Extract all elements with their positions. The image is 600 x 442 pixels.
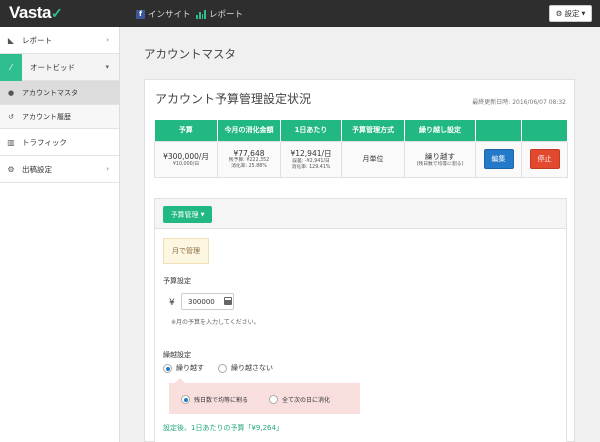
daily-value: ¥12,941/日 (290, 148, 332, 158)
radio-label: 残日数で均等に割る (194, 397, 249, 404)
budget-setting-label: 予算設定 (163, 277, 191, 285)
radio-label: 繰り越す (176, 364, 204, 372)
panel-title: アカウント予算管理設定状況 (155, 92, 312, 106)
budget-settings-panel: 予算管理 ▼ 月で管理 予算設定 ¥ 300000 ※月の予算を入力してください… (154, 198, 567, 442)
dropdown-label: 予算管理 (170, 210, 199, 219)
budget-daily: ¥10,000/日 (172, 161, 200, 167)
radio-unchecked-icon (269, 395, 278, 404)
column-header: 繰り越し設定 (404, 120, 476, 141)
radio-checked-icon (181, 395, 190, 404)
radio-label: 全て次の日に消化 (282, 397, 331, 404)
budget-value: ¥300,000/月 (163, 151, 209, 161)
column-header: 予算管理方式 (341, 120, 405, 141)
budget-status-panel: アカウント予算管理設定状況 最終更新日時: 2016/06/07 08:32 予… (144, 79, 575, 442)
area-chart-icon: ◣ (7, 35, 15, 45)
user-icon: ● (7, 88, 15, 97)
nav-report[interactable]: レポート (196, 8, 243, 20)
mode-badge: 月で管理 (163, 238, 209, 264)
nav-insight[interactable]: f インサイト (136, 8, 191, 20)
caret-down-icon: ▼ (200, 211, 205, 218)
daily-rate: 消化率: 129.41% (291, 164, 331, 170)
sidebar: ◣ レポート › ⁄ オートビッド ▾ ● アカウントマスタ ↺ アカウント履歴… (0, 27, 120, 442)
table-header-row: 予算 今月の消化金額 1日あたり 予算管理方式 繰り越し設定 (154, 120, 568, 141)
nav-insight-label: インサイト (148, 10, 191, 20)
chevron-down-icon: ▾ (105, 63, 109, 71)
last-updated: 最終更新日時: 2016/06/07 08:32 (472, 99, 566, 106)
caret-down-icon: ▼ (581, 10, 586, 17)
sidebar-item-report[interactable]: ◣ レポート › (0, 27, 119, 54)
column-header (521, 120, 568, 141)
split-even-radio[interactable]: 残日数で均等に割る (181, 395, 248, 404)
bar-chart-icon: ▥ (7, 137, 15, 147)
radio-checked-icon (163, 363, 172, 373)
settings-header: 予算管理 ▼ (155, 199, 566, 229)
carry-setting-label: 繰越設定 (163, 351, 191, 359)
gear-icon: ⚙ (555, 9, 563, 18)
edit-button[interactable]: 編集 (483, 149, 514, 169)
spent-cell: ¥77,648 残予算: ¥222,352 消化率: 25.88% (217, 140, 281, 178)
stop-cell: 停止 (521, 140, 568, 178)
top-bar: Vasta✓ f インサイト レポート ⚙ 設定 ▼ (0, 0, 600, 27)
radio-unchecked-icon (218, 363, 227, 373)
table-row: ¥300,000/月 ¥10,000/日 ¥77,648 残予算: ¥222,3… (154, 140, 568, 178)
daily-cell: ¥12,941/日 誤差: -¥2,941/日 消化率: 129.41% (280, 140, 342, 178)
column-header: 予算 (154, 120, 218, 141)
cogs-icon: ⚙ (7, 164, 15, 174)
sidebar-item-label: アカウントマスタ (22, 88, 78, 97)
chevron-right-icon: › (106, 165, 109, 173)
column-header: 1日あたり (280, 120, 342, 141)
history-icon: ↺ (8, 112, 14, 121)
logo-check-icon: ✓ (50, 5, 63, 21)
yen-symbol: ¥ (169, 298, 175, 308)
page-title: アカウントマスタ (144, 47, 236, 61)
wand-icon: ⁄ (0, 53, 22, 81)
column-header: 今月の消化金額 (217, 120, 281, 141)
daily-budget-result: 設定後、1日あたりの予算「¥9,264」 (163, 424, 283, 432)
method-cell: 月単位 (341, 140, 405, 178)
stop-button[interactable]: 停止 (529, 149, 560, 169)
sidebar-item-label: オートビッド (30, 62, 75, 72)
nav-report-label: レポート (209, 10, 244, 20)
sidebar-item-label: トラフィック (22, 137, 67, 147)
budget-hint: ※月の予算を入力してください。 (171, 319, 260, 326)
carry-detail: (残日数で均等に割る) (416, 161, 464, 167)
sidebar-subitem-account-master[interactable]: ● アカウントマスタ (0, 81, 119, 105)
carry-cell: 繰り越す (残日数で均等に割る) (404, 140, 476, 178)
sidebar-item-label: レポート (22, 35, 52, 45)
logo[interactable]: Vasta✓ (9, 3, 63, 23)
sidebar-item-autobid[interactable]: ⁄ オートビッド ▾ (0, 53, 119, 81)
bar-chart-icon (196, 9, 206, 19)
settings-button[interactable]: ⚙ 設定 ▼ (549, 5, 592, 22)
sidebar-item-ad-settings[interactable]: ⚙ 出稿設定 › (0, 156, 119, 183)
split-next-radio[interactable]: 全て次の日に消化 (269, 395, 330, 404)
sidebar-item-label: 出稿設定 (22, 164, 52, 174)
edit-cell: 編集 (475, 140, 522, 178)
budget-cell: ¥300,000/月 ¥10,000/日 (154, 140, 218, 178)
column-header (475, 120, 522, 141)
budget-management-dropdown[interactable]: 予算管理 ▼ (163, 206, 212, 223)
facebook-icon: f (136, 9, 145, 19)
sidebar-item-label: アカウント履歴 (22, 112, 71, 121)
chevron-right-icon: › (106, 36, 109, 44)
sidebar-item-traffic[interactable]: ▥ トラフィック (0, 129, 119, 156)
carry-no-radio[interactable]: 繰り越さない (218, 363, 273, 373)
spent-value: ¥77,648 (233, 148, 265, 158)
consumption-rate: 消化率: 25.88% (231, 163, 267, 169)
carry-yes-radio[interactable]: 繰り越す (163, 363, 204, 373)
radio-label: 繰り越さない (231, 364, 273, 372)
budget-table: 予算 今月の消化金額 1日あたり 予算管理方式 繰り越し設定 ¥300,000/… (154, 120, 568, 178)
sidebar-subitem-account-history[interactable]: ↺ アカウント履歴 (0, 105, 119, 129)
calculator-icon[interactable] (224, 297, 232, 305)
carry-value: 繰り越す (425, 151, 455, 161)
settings-label: 設定 (564, 9, 580, 18)
